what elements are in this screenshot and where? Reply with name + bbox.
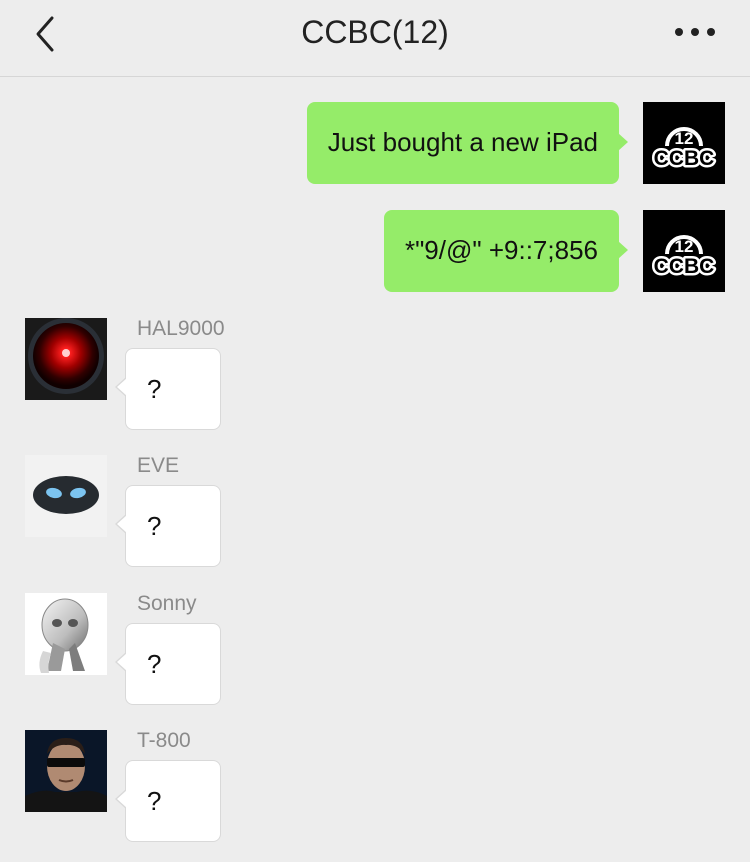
outgoing-message-bubble[interactable]: *"9/@" +9::7;856 xyxy=(383,210,629,292)
svg-text:CCBC: CCBC xyxy=(654,255,715,278)
robot-head-icon xyxy=(25,593,107,675)
svg-text:CCBC: CCBC xyxy=(654,147,715,170)
sender-name: T-800 xyxy=(137,729,191,752)
message-text: *"9/@" +9::7;856 xyxy=(404,235,598,265)
incoming-message-bubble[interactable]: ? xyxy=(115,623,221,705)
message-text: ? xyxy=(147,511,162,541)
chat-title: CCBC(12) xyxy=(301,14,449,50)
message-text: ? xyxy=(147,374,162,404)
terminator-face-icon xyxy=(25,730,107,812)
outgoing-message-bubble[interactable]: Just bought a new iPad xyxy=(306,102,629,184)
sender-name: HAL9000 xyxy=(137,317,225,340)
eve-avatar[interactable] xyxy=(25,455,107,537)
sender-name: Sonny xyxy=(137,592,197,615)
incoming-message-bubble[interactable]: ? xyxy=(115,348,221,430)
hal9000-eye-icon xyxy=(25,318,107,400)
ccbc-logo-icon: 12 CCBC xyxy=(643,102,725,184)
svg-text:12: 12 xyxy=(675,237,694,256)
hal9000-avatar[interactable] xyxy=(25,318,107,400)
incoming-message-bubble[interactable]: ? xyxy=(115,485,221,567)
message-text: ? xyxy=(147,649,162,679)
more-button[interactable] xyxy=(670,12,720,52)
incoming-message-bubble[interactable]: ? xyxy=(115,760,221,842)
message-text: ? xyxy=(147,786,162,816)
self-avatar[interactable]: 12 CCBC xyxy=(643,210,725,292)
eve-face-icon xyxy=(25,455,107,537)
ccbc-logo-icon: 12 CCBC xyxy=(643,210,725,292)
message-text: Just bought a new iPad xyxy=(327,127,598,157)
self-avatar[interactable]: 12 CCBC xyxy=(643,102,725,184)
svg-text:12: 12 xyxy=(675,129,694,148)
sender-name: EVE xyxy=(137,454,180,477)
sonny-avatar[interactable] xyxy=(25,593,107,675)
t800-avatar[interactable] xyxy=(25,730,107,812)
more-dots-icon xyxy=(675,28,715,36)
chat-header: CCBC(12) xyxy=(0,0,750,77)
